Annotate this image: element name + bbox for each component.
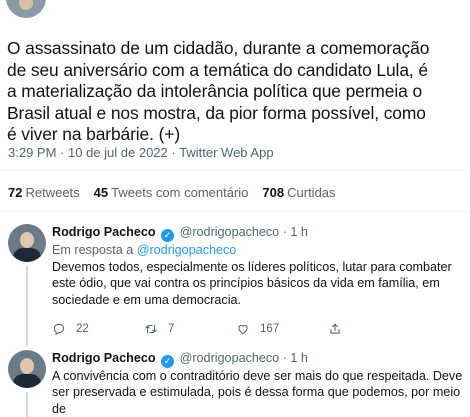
tweet-text: O assassinato de um cidadão, durante a c… <box>7 38 430 145</box>
reply-text: A convivência com o contraditório deve s… <box>52 369 463 416</box>
like-count: 167 <box>260 323 280 336</box>
reply-header: Rodrigo Pacheco ✓ @rodrigopacheco · 1 h <box>52 224 464 242</box>
heart-icon <box>238 325 248 335</box>
thread-line <box>26 266 28 346</box>
author-avatar[interactable] <box>6 0 46 18</box>
thread-line <box>26 392 28 417</box>
divider <box>0 211 470 212</box>
share-button[interactable] <box>328 322 420 336</box>
tweet-time[interactable]: 3:29 PM <box>8 145 56 160</box>
reply-avatar[interactable] <box>8 350 46 388</box>
avatar-suit <box>13 248 41 262</box>
reply-author-name[interactable]: Rodrigo Pacheco <box>52 351 156 365</box>
reply-button[interactable]: 22 <box>52 322 144 336</box>
retweet-icon <box>145 325 157 334</box>
share-icon <box>330 324 340 334</box>
avatar-face <box>20 232 34 248</box>
reply-avatar[interactable] <box>8 224 46 262</box>
in-reply-prefix: Em resposta a <box>52 243 134 257</box>
likes-stat[interactable]: 708 Curtidas <box>262 185 335 200</box>
meta-separator: · <box>171 145 176 160</box>
avatar-face <box>19 0 33 10</box>
reply-count: 22 <box>76 323 89 336</box>
retweet-count: 7 <box>168 323 175 336</box>
header-dot: · <box>282 225 287 239</box>
tweet-date[interactable]: 10 de jul de 2022 <box>68 145 168 160</box>
reply-text: Devemos todos, especialmente os líderes … <box>52 260 452 307</box>
reply-handle[interactable]: @rodrigopacheco <box>180 225 280 239</box>
verified-badge-icon: ✓ <box>161 355 175 368</box>
tweet-stats: 72 Retweets 45 Tweets com comentário 708 Cu… <box>8 185 336 200</box>
reply-author-name[interactable]: Rodrigo Pacheco <box>52 225 156 239</box>
reply-header: Rodrigo Pacheco ✓ @rodrigopacheco · 1 h <box>52 350 464 368</box>
avatar-face <box>20 358 34 374</box>
reply-time[interactable]: 1 h <box>290 351 308 365</box>
quotes-stat[interactable]: 45 Tweets com comentário <box>94 185 249 200</box>
reply-icon <box>53 324 65 336</box>
in-reply-to: Em resposta a @rodrigopacheco <box>52 242 464 259</box>
reply-actions: 22 7 167 <box>52 322 464 336</box>
meta-separator: · <box>60 145 65 160</box>
tweet-meta: 3:29 PM · 10 de jul de 2022 · Twitter We… <box>8 145 274 160</box>
like-button[interactable]: 167 <box>236 322 328 336</box>
reply-time[interactable]: 1 h <box>290 225 308 239</box>
reply-handle[interactable]: @rodrigopacheco <box>180 351 280 365</box>
retweets-stat[interactable]: 72 Retweets <box>8 185 80 200</box>
header-dot: · <box>282 351 287 365</box>
retweet-button[interactable]: 7 <box>144 322 236 336</box>
verified-badge-icon: ✓ <box>161 229 175 242</box>
divider <box>0 170 470 171</box>
tweet-source[interactable]: Twitter Web App <box>179 145 273 160</box>
avatar-suit <box>13 374 41 388</box>
in-reply-handle[interactable]: @rodrigopacheco <box>137 243 237 257</box>
